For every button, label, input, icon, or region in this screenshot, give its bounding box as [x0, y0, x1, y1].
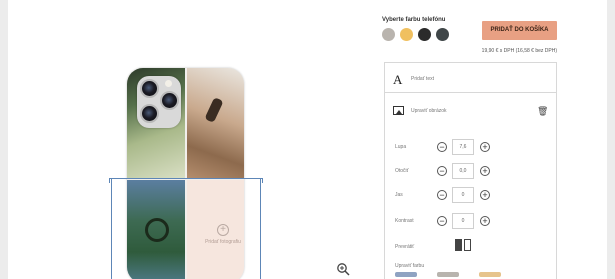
- photo-tile-2[interactable]: [187, 68, 244, 178]
- camera-lens: [160, 91, 179, 110]
- editor-panel: A Pridať text Upraviť obrázok 🗑 Lupa − 7…: [384, 62, 557, 279]
- control-value[interactable]: 0: [452, 213, 474, 229]
- add-photo-label: Pridať fotografiu: [205, 239, 241, 245]
- color-edit-label: Upraviť farbu: [395, 263, 425, 269]
- add-text-row[interactable]: A Pridať text: [385, 63, 556, 93]
- plus-icon[interactable]: +: [480, 142, 490, 152]
- flip-half-filled: [455, 239, 462, 251]
- camera-module: [137, 76, 181, 128]
- color-filter-chip[interactable]: [479, 272, 501, 277]
- resize-handle[interactable]: [109, 178, 114, 183]
- image-icon: [393, 106, 404, 115]
- edit-image-row: Upraviť obrázok 🗑: [385, 93, 556, 125]
- plus-icon[interactable]: +: [480, 216, 490, 226]
- flip-horizontal-icon[interactable]: [455, 239, 471, 251]
- color-swatch-yellow[interactable]: [400, 28, 413, 41]
- control-label: Otočiť: [395, 168, 409, 174]
- color-picker-title: Vyberte farbu telefónu: [382, 17, 446, 23]
- price-text: 19,90 € s DPH (16,58 € bez DPH): [481, 48, 557, 54]
- color-filter-chip[interactable]: [395, 272, 417, 277]
- minus-icon[interactable]: −: [437, 166, 447, 176]
- resize-handle[interactable]: [258, 178, 263, 183]
- control-value[interactable]: 0: [452, 187, 474, 203]
- color-swatches: [382, 28, 449, 41]
- add-photo-button[interactable]: + Pridať fotografiu: [186, 224, 260, 258]
- minus-icon[interactable]: −: [437, 190, 447, 200]
- color-swatch-black[interactable]: [418, 28, 431, 41]
- control-label: Lupa: [395, 144, 407, 150]
- color-swatch-graphite[interactable]: [436, 28, 449, 41]
- control-value[interactable]: 0,0: [452, 163, 474, 179]
- zoom-in-icon[interactable]: [336, 262, 350, 276]
- minus-icon[interactable]: −: [437, 142, 447, 152]
- plus-icon[interactable]: +: [480, 190, 490, 200]
- add-to-cart-button[interactable]: PRIDAŤ DO KOŠÍKA: [482, 21, 557, 40]
- flip-label: Prevrátiť: [395, 244, 415, 250]
- plus-icon[interactable]: +: [480, 166, 490, 176]
- flip-half-outline: [464, 239, 471, 251]
- minus-icon[interactable]: −: [437, 216, 447, 226]
- plus-icon: +: [217, 224, 229, 236]
- color-swatch-gray[interactable]: [382, 28, 395, 41]
- control-contrast: Kontrast − 0 +: [395, 213, 545, 229]
- control-label: Kontrast: [395, 218, 414, 224]
- edit-image-label: Upraviť obrázok: [411, 108, 447, 114]
- control-label: Jas: [395, 192, 403, 198]
- camera-lens: [140, 104, 159, 123]
- trash-icon[interactable]: 🗑: [537, 106, 548, 117]
- text-icon: A: [393, 72, 403, 87]
- color-filter-chips: [395, 272, 501, 277]
- control-zoom: Lupa − 7,6 +: [395, 139, 545, 155]
- add-text-label: Pridať text: [411, 76, 434, 82]
- control-rotate: Otočiť − 0,0 +: [395, 163, 545, 179]
- camera-lens: [140, 79, 159, 98]
- camera-flash: [165, 80, 172, 87]
- control-value[interactable]: 7,6: [452, 139, 474, 155]
- color-filter-chip[interactable]: [437, 272, 459, 277]
- control-brightness: Jas − 0 +: [395, 187, 545, 203]
